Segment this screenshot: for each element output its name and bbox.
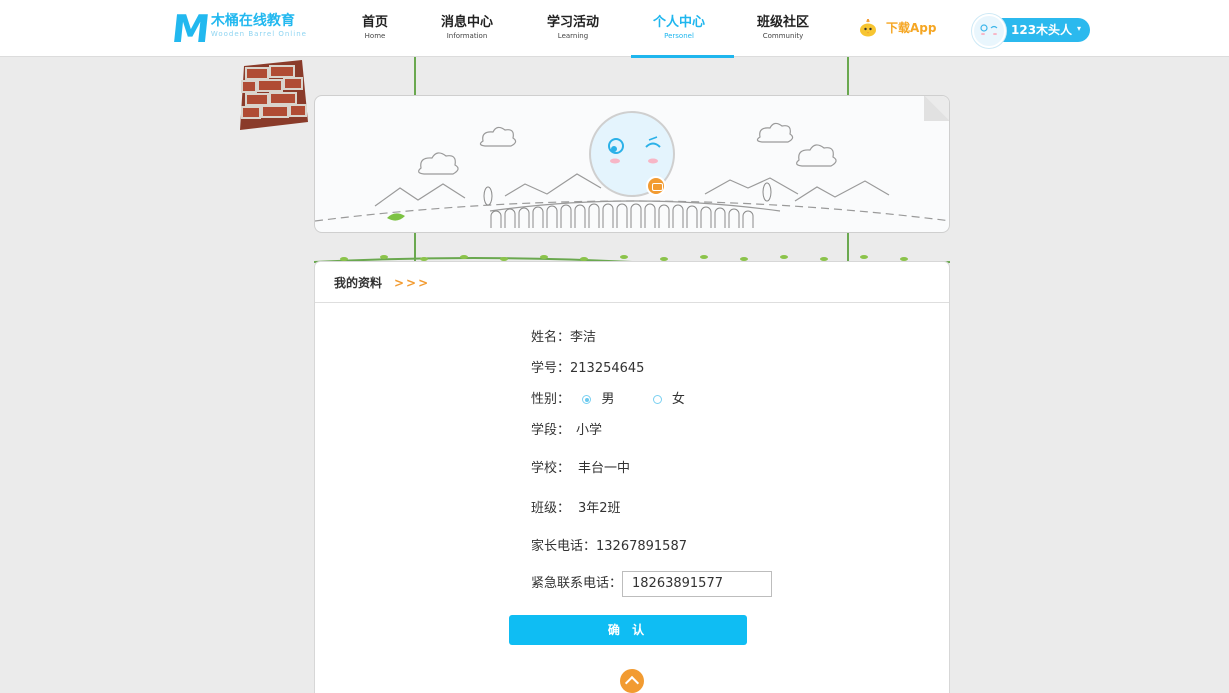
arrow-up-icon[interactable] — [620, 669, 644, 693]
user-menu[interactable]: 123木头人 ▾ — [972, 14, 1090, 48]
student-id-label: 学号： — [531, 361, 571, 376]
student-id-row: 学号：213254645 — [531, 360, 644, 378]
brand-logo[interactable]: M 木桶在线教育 Wooden Barrel Online — [169, 7, 307, 51]
caret-down-icon: ▾ — [1076, 24, 1081, 33]
gender-female-label[interactable]: 女 — [672, 392, 685, 407]
gender-male-label[interactable]: 男 — [601, 392, 614, 407]
section-arrows: >>> — [394, 276, 431, 290]
avatar-face-icon — [980, 24, 998, 35]
gender-row: 性别： 男 女 — [531, 391, 685, 409]
school-row: 学校： 丰台一中 — [531, 460, 630, 478]
logo-text: 木桶在线教育 Wooden Barrel Online — [211, 12, 307, 39]
top-navigation-bar: M 木桶在线教育 Wooden Barrel Online 首页 Home 消息… — [0, 0, 1229, 58]
nav-learning[interactable]: 学习活动 Learning — [521, 15, 625, 41]
nav-label-en: Personel — [664, 32, 694, 40]
nav-label-cn: 班级社区 — [756, 15, 809, 30]
bird-icon — [860, 19, 876, 37]
brand-name-en: Wooden Barrel Online — [210, 30, 307, 38]
download-app-button[interactable]: 下载App — [858, 19, 936, 37]
brand-name-cn: 木桶在线教育 — [210, 13, 295, 29]
nav-personal[interactable]: 个人中心 Personel — [627, 15, 731, 41]
emergency-phone-label: 紧急联系电话： — [531, 576, 623, 591]
gender-label: 性别： — [531, 392, 571, 407]
nav-label-en: Community — [762, 32, 804, 40]
gender-male-radio[interactable] — [582, 395, 592, 404]
card-header: 我的资料 >>> — [315, 262, 949, 303]
name-row: 姓名：李洁 — [531, 329, 596, 347]
name-label: 姓名： — [531, 330, 571, 345]
name-value: 李洁 — [570, 330, 597, 345]
download-app-label: 下载App — [886, 21, 937, 35]
nav-information[interactable]: 消息中心 Information — [415, 15, 519, 41]
active-nav-indicator — [631, 55, 734, 58]
username: 123木头人 — [1011, 23, 1073, 37]
stage-value: 小学 — [576, 423, 603, 438]
camera-icon[interactable] — [646, 176, 666, 196]
nav-community[interactable]: 班级社区 Community — [731, 15, 835, 41]
class-label: 班级： — [531, 501, 571, 516]
nav-label-en: Home — [364, 32, 386, 40]
class-row: 班级： 3年2班 — [531, 500, 621, 518]
nav-label-cn: 学习活动 — [546, 15, 599, 30]
nav-label-en: Learning — [557, 32, 589, 40]
student-id-value: 213254645 — [570, 361, 645, 376]
nav-label-cn: 首页 — [361, 15, 388, 30]
stage-label: 学段： — [531, 423, 571, 438]
parent-phone-label: 家长电话： — [531, 539, 597, 554]
stage-row: 学段： 小学 — [531, 422, 602, 440]
brick-wall-decoration — [240, 60, 308, 130]
class-value: 3年2班 — [578, 501, 621, 516]
avatar — [972, 14, 1006, 48]
nav-home[interactable]: 首页 Home — [323, 15, 427, 41]
nav-label-cn: 消息中心 — [440, 15, 493, 30]
emergency-phone-field[interactable]: 18263891577 — [622, 571, 772, 597]
confirm-button[interactable]: 确 认 — [509, 615, 747, 645]
logo-mark-icon: M — [169, 7, 211, 51]
school-label: 学校： — [531, 461, 571, 476]
section-title: 我的资料 — [334, 276, 383, 290]
gender-female-radio[interactable] — [652, 395, 662, 404]
emergency-phone-row: 紧急联系电话： — [531, 575, 622, 593]
parent-phone-row: 家长电话：13267891587 — [531, 538, 687, 556]
parent-phone-value: 13267891587 — [596, 539, 687, 554]
page-fold-decoration — [924, 96, 949, 121]
nav-label-cn: 个人中心 — [652, 15, 705, 30]
nav-label-en: Information — [446, 32, 488, 40]
school-value: 丰台一中 — [578, 461, 631, 476]
